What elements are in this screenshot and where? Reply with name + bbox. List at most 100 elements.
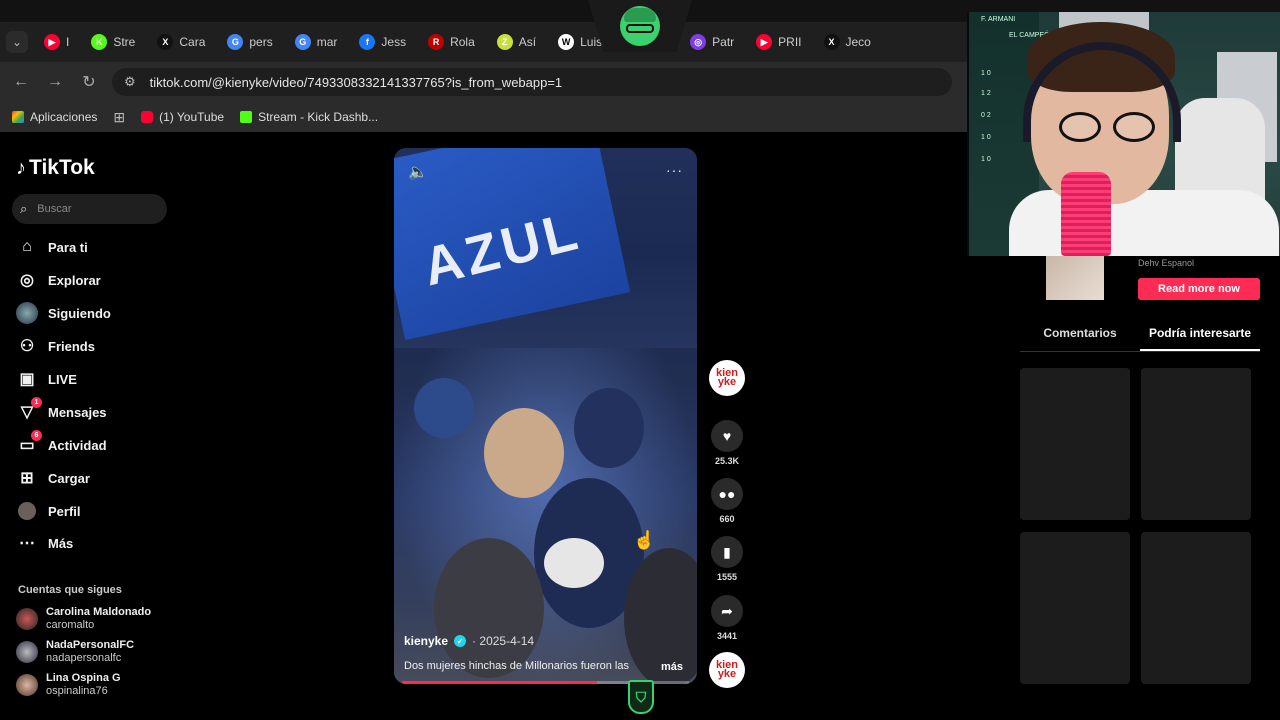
apps-grid-icon [12, 111, 24, 123]
bookmark-apps[interactable]: Aplicaciones [12, 110, 97, 124]
tiktok-brand-text: TikTok [29, 156, 95, 179]
reload-icon[interactable]: ↻ [72, 72, 106, 92]
kick-icon: K [91, 34, 108, 50]
back-arrow-icon[interactable]: ← [4, 73, 38, 91]
wall-text: F. ARMANI [981, 16, 1016, 23]
site-info-icon[interactable]: ⚙ [124, 74, 136, 90]
browser-tab[interactable]: f Jess [351, 27, 414, 57]
generic-icon: Z [496, 34, 513, 50]
bookmark-youtube[interactable]: (1) YouTube [141, 110, 224, 124]
nav-label: Friends [48, 338, 95, 354]
nav-label: Explorar [48, 272, 101, 288]
youtube-icon: ▶ [44, 34, 60, 50]
upload-plus-icon: ⊞ [20, 470, 34, 487]
account-handle: caromalto [46, 619, 95, 631]
tiktok-sidebar: ♪ TikTok ⌕ Buscar ⌂ Para ti ◎ Explorar S… [0, 132, 180, 720]
suggested-video-card[interactable] [1020, 532, 1130, 684]
wall-text: 0 2 [981, 112, 991, 119]
video-player[interactable]: AZUL 🔈 ··· kienyke ✓ · 2025-4-14 Dos muj… [394, 148, 697, 684]
nav-mas[interactable]: ⋯ Más [16, 528, 73, 558]
browser-tab-label: Stre [113, 35, 136, 49]
video-more-options-icon[interactable]: ··· [666, 162, 683, 178]
browser-toolbar: ← → ↻ ⚙ tiktok.com/@kienyke/video/749330… [0, 62, 967, 102]
browser-tab[interactable]: ▶ PRII [748, 27, 809, 57]
browser-tab[interactable]: ▶ I [36, 27, 77, 57]
comment-button[interactable]: ●● 660 [706, 478, 748, 524]
tiktok-page: ♪ TikTok ⌕ Buscar ⌂ Para ti ◎ Explorar S… [0, 132, 1010, 720]
hand-cursor-icon: ☝ [633, 530, 656, 550]
suggested-video-card[interactable] [1141, 368, 1251, 520]
nav-perfil[interactable]: Perfil [16, 496, 81, 526]
bookmark-apps-label: Aplicaciones [30, 110, 98, 124]
friends-icon: ⚇ [19, 338, 35, 355]
tab-list-chevron-icon[interactable]: ⌄ [6, 31, 28, 53]
home-icon: ⌂ [22, 238, 32, 255]
browser-tab-label: mar [316, 35, 338, 49]
ad-source: Dehv Espanol [1138, 258, 1195, 268]
nav-mensajes[interactable]: ▽ 1 Mensajes [16, 397, 107, 427]
address-bar[interactable]: ⚙ tiktok.com/@kienyke/video/749330833214… [112, 68, 952, 96]
youtube-icon [141, 111, 154, 123]
volume-icon[interactable]: 🔈 [408, 162, 428, 182]
browser-tab[interactable]: X Jeco [816, 27, 879, 57]
nav-explorar[interactable]: ◎ Explorar [16, 265, 101, 295]
nav-live[interactable]: ▣ LIVE [16, 364, 76, 394]
wall-text: 1 0 [981, 70, 991, 77]
bookmark-kick[interactable]: Stream - Kick Dashb... [240, 110, 378, 124]
tab-podria-interesarte[interactable]: Podría interesarte [1140, 326, 1260, 351]
nav-siguiendo[interactable]: Siguiendo [16, 298, 111, 328]
like-button[interactable]: ♥ 25.3K [706, 420, 748, 466]
creator-avatar[interactable]: kien yke [709, 360, 745, 396]
wikipedia-icon: W [558, 34, 575, 50]
browser-tab[interactable]: Gpers [219, 27, 280, 57]
nav-cargar[interactable]: ⊞ Cargar [16, 463, 90, 493]
nav-friends[interactable]: ⚇ Friends [16, 331, 95, 361]
music-disc-avatar[interactable]: kien yke [709, 652, 745, 688]
wall-text: 1 2 [981, 90, 991, 97]
youtube-icon: ▶ [756, 34, 773, 50]
tab-comentarios[interactable]: Comentarios [1020, 326, 1140, 351]
share-button[interactable]: ➦ 3441 [706, 595, 748, 641]
video-author-line[interactable]: kienyke ✓ · 2025-4-14 [404, 634, 534, 648]
following-account[interactable]: Lina Ospina G ospinalina76 [16, 672, 121, 698]
browser-tab[interactable]: K Stre [83, 27, 143, 57]
activity-icon: ▭ 6 [16, 430, 42, 456]
x-icon: X [823, 34, 840, 50]
bookmark-grid[interactable]: ⊞ [113, 109, 125, 126]
stream-badge-icon: ⛉ [628, 680, 654, 714]
forward-arrow-icon[interactable]: → [38, 73, 72, 91]
following-account[interactable]: NadaPersonalFC nadapersonalfc [16, 639, 134, 665]
browser-tab[interactable]: X Cara [149, 27, 213, 57]
live-icon: ▣ [19, 371, 35, 388]
nav-para-ti[interactable]: ⌂ Para ti [16, 232, 88, 262]
search-input[interactable]: ⌕ Buscar [12, 194, 167, 224]
crowd-figure [434, 538, 544, 678]
browser-tab[interactable]: Z Así [489, 27, 544, 57]
crowd-figure [574, 388, 644, 468]
x-icon: X [157, 34, 174, 50]
browser-tab[interactable]: R Rola [420, 27, 483, 57]
ad-thumbnail[interactable] [1046, 256, 1104, 300]
ad-cta-button[interactable]: Read more now [1138, 278, 1260, 300]
nav-label: Siguiendo [48, 305, 111, 321]
tiktok-logo[interactable]: ♪ TikTok [16, 156, 95, 180]
browser-tab-label: Rola [450, 35, 475, 49]
url-text[interactable]: tiktok.com/@kienyke/video/74933083321413… [150, 75, 563, 90]
browser-tab[interactable]: Gmar [287, 27, 346, 57]
following-account[interactable]: Carolina Maldonado caromalto [16, 606, 151, 632]
save-count: 1555 [716, 572, 738, 582]
caption-more-link[interactable]: más [661, 661, 683, 673]
nav-actividad[interactable]: ▭ 6 Actividad [16, 430, 107, 460]
account-names: Carolina Maldonado caromalto [46, 606, 151, 632]
avatar [16, 641, 38, 663]
video-author[interactable]: kienyke [404, 634, 448, 648]
browser-tab[interactable]: ◎ Patr [682, 27, 742, 57]
suggested-video-card[interactable] [1020, 368, 1130, 520]
account-names: Lina Ospina G ospinalina76 [46, 672, 121, 698]
browser-tab-label: Jess [381, 35, 407, 49]
heart-icon: ♥ [711, 420, 743, 452]
suggested-video-card[interactable] [1141, 532, 1251, 684]
more-dots-icon: ⋯ [19, 535, 35, 552]
bookmark-icon: ▮ [711, 536, 743, 568]
save-button[interactable]: ▮ 1555 [706, 536, 748, 582]
